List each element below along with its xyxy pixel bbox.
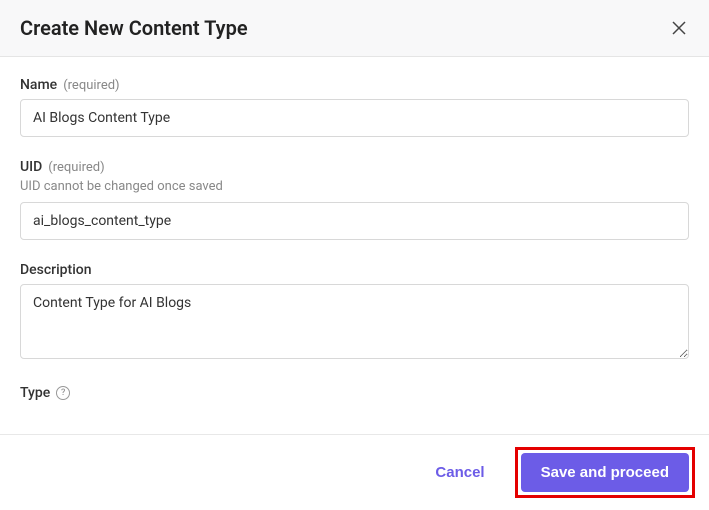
modal-footer: Cancel Save and proceed — [0, 434, 709, 510]
uid-input[interactable] — [20, 202, 689, 240]
close-icon — [671, 20, 687, 36]
modal-title: Create New Content Type — [20, 16, 248, 40]
description-label-text: Description — [20, 262, 92, 278]
uid-hint: UID cannot be changed once saved — [20, 179, 689, 194]
close-button[interactable] — [669, 18, 689, 38]
type-label-text: Type — [20, 385, 50, 401]
uid-label-text: UID — [20, 159, 42, 175]
help-icon[interactable]: ? — [56, 386, 70, 400]
uid-label: UID (required) — [20, 159, 689, 175]
type-label: Type ? — [20, 385, 689, 401]
cancel-button[interactable]: Cancel — [417, 452, 502, 493]
description-label: Description — [20, 262, 689, 278]
name-input[interactable] — [20, 99, 689, 137]
modal-header: Create New Content Type — [0, 0, 709, 57]
description-field-group: Description — [20, 262, 689, 363]
uid-field-group: UID (required) UID cannot be changed onc… — [20, 159, 689, 240]
save-and-proceed-button[interactable]: Save and proceed — [521, 453, 689, 492]
name-label-text: Name — [20, 77, 57, 93]
save-button-highlight: Save and proceed — [515, 447, 695, 498]
modal-body: Name (required) UID (required) UID canno… — [0, 57, 709, 442]
modal-body-scroll[interactable]: Name (required) UID (required) UID canno… — [0, 57, 709, 442]
name-required-tag: (required) — [63, 78, 119, 93]
uid-required-tag: (required) — [48, 160, 104, 175]
description-input[interactable] — [20, 284, 689, 359]
name-label: Name (required) — [20, 77, 689, 93]
name-field-group: Name (required) — [20, 77, 689, 137]
type-field-group: Type ? — [20, 385, 689, 401]
